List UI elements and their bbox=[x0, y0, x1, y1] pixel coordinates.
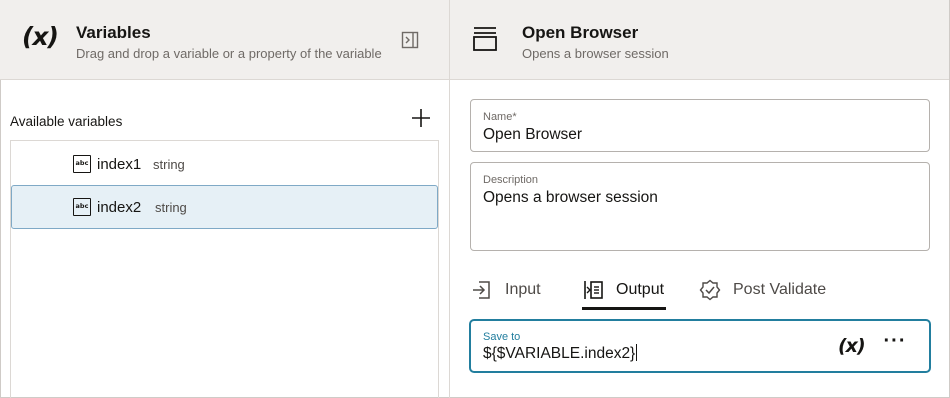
validate-icon bbox=[699, 279, 721, 301]
name-field-label: Name* bbox=[483, 111, 517, 123]
action-subtitle: Opens a browser session bbox=[522, 46, 669, 61]
abc-type-icon: abc bbox=[73, 198, 91, 216]
variable-name: index2 bbox=[97, 198, 142, 216]
more-options-button[interactable]: ··· bbox=[882, 331, 908, 356]
description-field-label: Description bbox=[483, 174, 539, 186]
variables-title: Variables bbox=[76, 23, 151, 42]
output-icon bbox=[582, 279, 604, 301]
collapse-panel-icon[interactable] bbox=[400, 30, 420, 50]
tab-post-validate-label: Post Validate bbox=[733, 281, 827, 298]
browser-action-icon bbox=[471, 25, 499, 53]
variables-list: abc index1 string abc index2 string bbox=[10, 140, 439, 398]
available-variables-label: Available variables bbox=[10, 114, 123, 129]
variables-panel: (x) Variables Drag and drop a variable o… bbox=[0, 0, 450, 398]
list-item-index2[interactable]: abc index2 string bbox=[11, 185, 438, 229]
tab-post-validate[interactable]: Post Validate bbox=[699, 270, 826, 310]
action-title: Open Browser bbox=[522, 23, 639, 42]
variables-subtitle: Drag and drop a variable or a property o… bbox=[76, 46, 382, 61]
tab-input[interactable]: Input bbox=[471, 270, 541, 310]
insert-variable-button[interactable]: (x) bbox=[838, 335, 866, 357]
name-field[interactable]: Name* Open Browser bbox=[470, 99, 930, 152]
save-to-label: Save to bbox=[483, 331, 521, 343]
abc-type-icon: abc bbox=[73, 155, 91, 173]
variables-header: (x) Variables Drag and drop a variable o… bbox=[0, 0, 449, 80]
description-field[interactable]: Description Opens a browser session bbox=[470, 162, 930, 251]
text-cursor bbox=[636, 344, 638, 361]
name-field-value: Open Browser bbox=[483, 126, 583, 143]
list-item-index1[interactable]: abc index1 string bbox=[11, 142, 438, 186]
variables-icon: (x) bbox=[22, 22, 59, 51]
variable-name: index1 bbox=[97, 155, 142, 173]
tab-output[interactable]: Output bbox=[582, 270, 667, 310]
add-variable-icon[interactable] bbox=[410, 107, 432, 129]
input-icon bbox=[471, 279, 493, 301]
variable-type: string bbox=[153, 156, 185, 172]
description-field-value: Opens a browser session bbox=[483, 189, 658, 206]
tab-input-label: Input bbox=[505, 281, 541, 298]
save-to-value: ${$VARIABLE.index2} bbox=[483, 344, 638, 363]
variable-type: string bbox=[155, 199, 187, 215]
tab-output-label: Output bbox=[616, 281, 665, 298]
save-to-text: ${$VARIABLE.index2} bbox=[483, 345, 636, 362]
